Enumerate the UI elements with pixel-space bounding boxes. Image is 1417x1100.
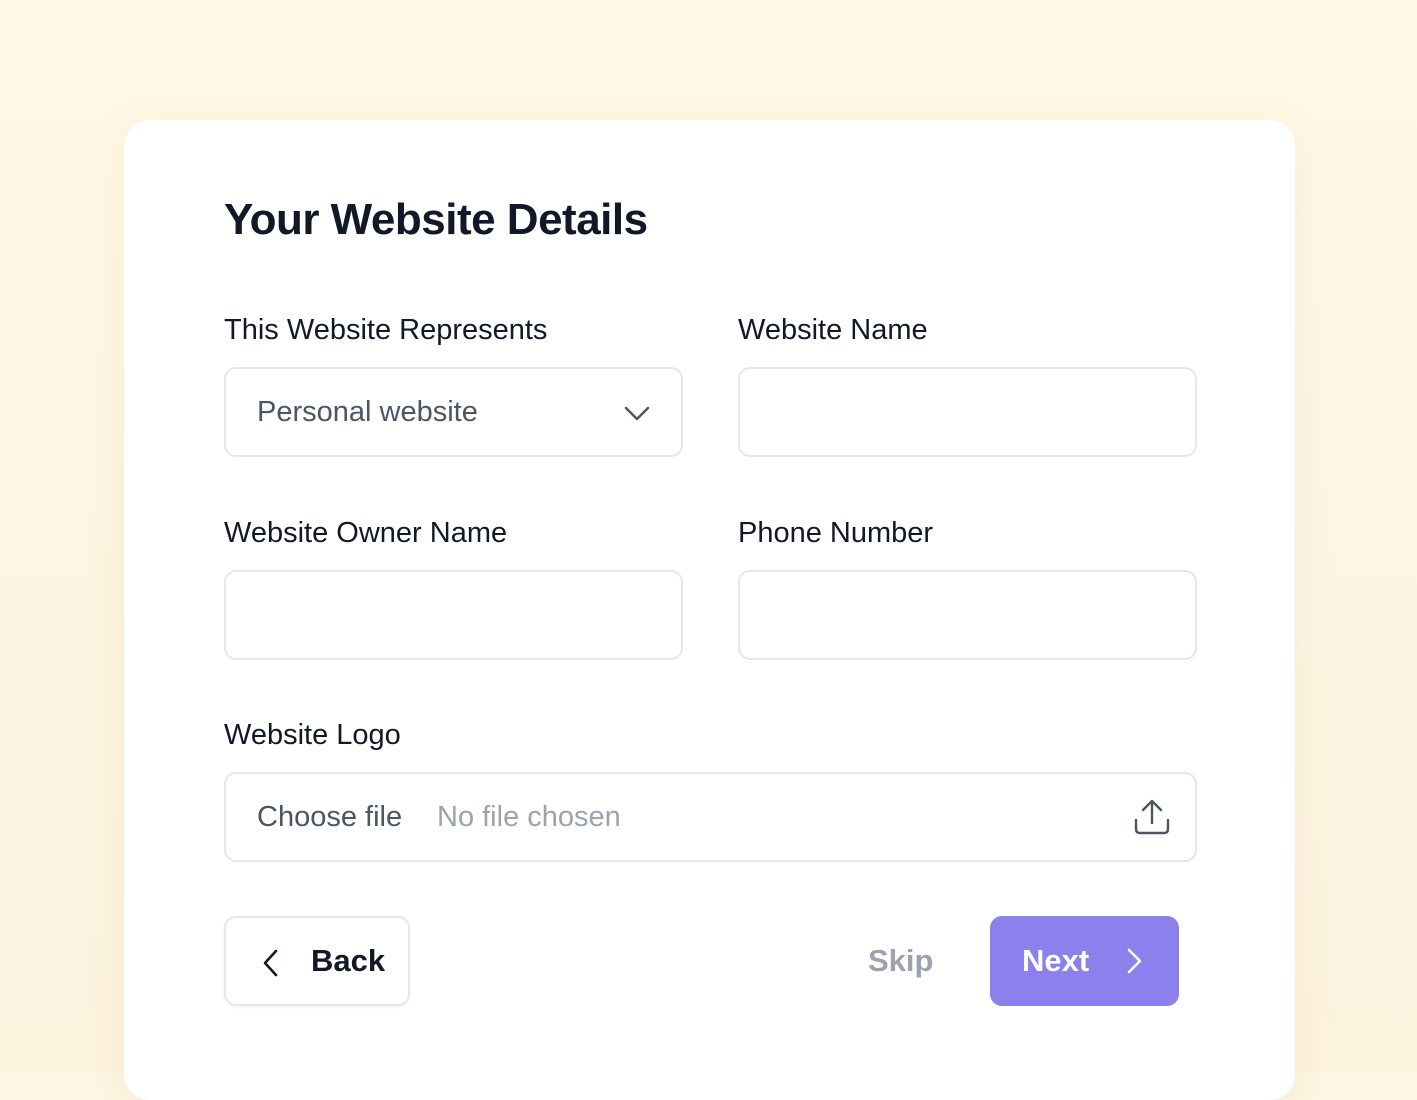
website-details-card: Your Website Details This Website Repres… [124,120,1295,1100]
upload-icon[interactable] [1131,796,1173,838]
website-name-field[interactable] [738,367,1197,457]
page-title: Your Website Details [224,195,648,244]
represents-select[interactable]: Personal website [224,367,683,457]
website-name-label: Website Name [738,314,928,346]
owner-name-field[interactable] [224,570,683,660]
website-name-input[interactable] [740,369,1195,455]
phone-input[interactable] [740,572,1195,658]
represents-label: This Website Represents [224,314,548,346]
skip-button[interactable]: Skip [868,916,933,1006]
phone-field[interactable] [738,570,1197,660]
owner-name-input[interactable] [226,572,681,658]
represents-selected-value: Personal website [257,396,478,428]
back-button[interactable]: Back [224,916,410,1006]
choose-file-button[interactable]: Choose file [257,774,402,860]
next-button[interactable]: Next [990,916,1179,1006]
logo-file-input[interactable]: Choose file No file chosen [224,772,1197,862]
file-status-text: No file chosen [437,801,621,833]
chevron-right-icon [1127,948,1142,974]
logo-label: Website Logo [224,719,401,751]
phone-label: Phone Number [738,517,934,549]
chevron-left-icon [263,949,278,977]
owner-name-label: Website Owner Name [224,517,508,549]
back-button-label: Back [311,943,386,978]
next-button-label: Next [1022,943,1090,978]
chevron-down-icon [624,406,650,421]
